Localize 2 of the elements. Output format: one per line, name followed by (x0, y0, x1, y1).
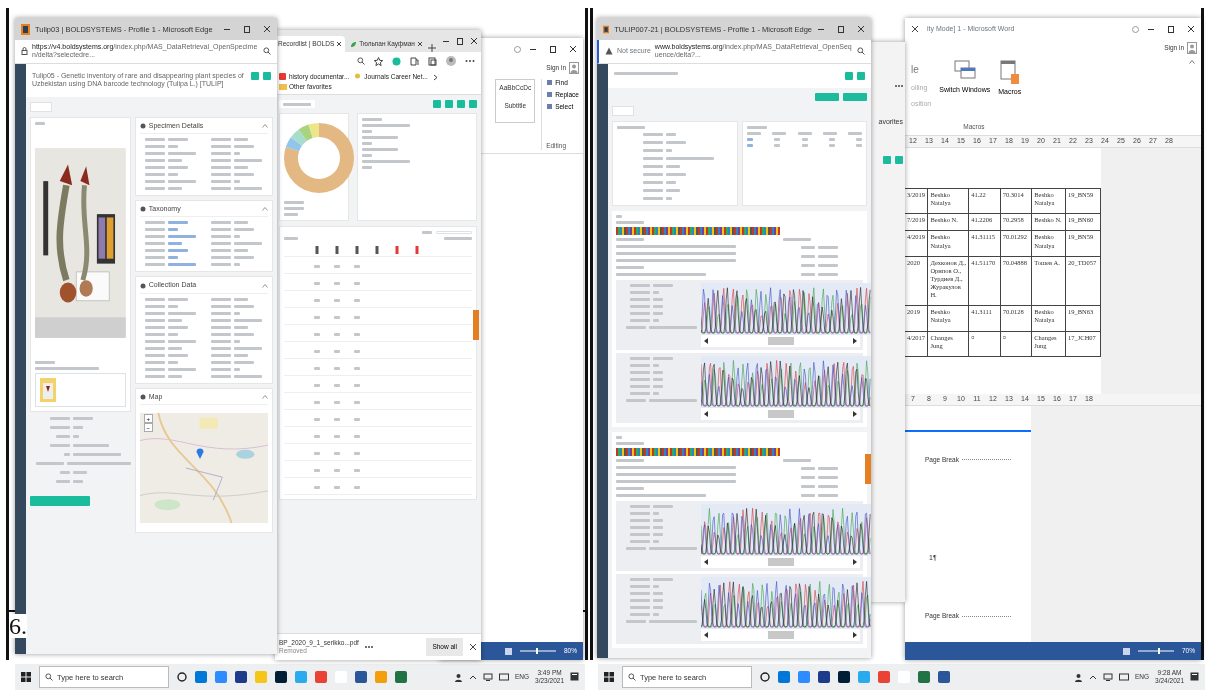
figure-number: 6. (9, 614, 27, 638)
ribbon-label: le (911, 64, 920, 76)
